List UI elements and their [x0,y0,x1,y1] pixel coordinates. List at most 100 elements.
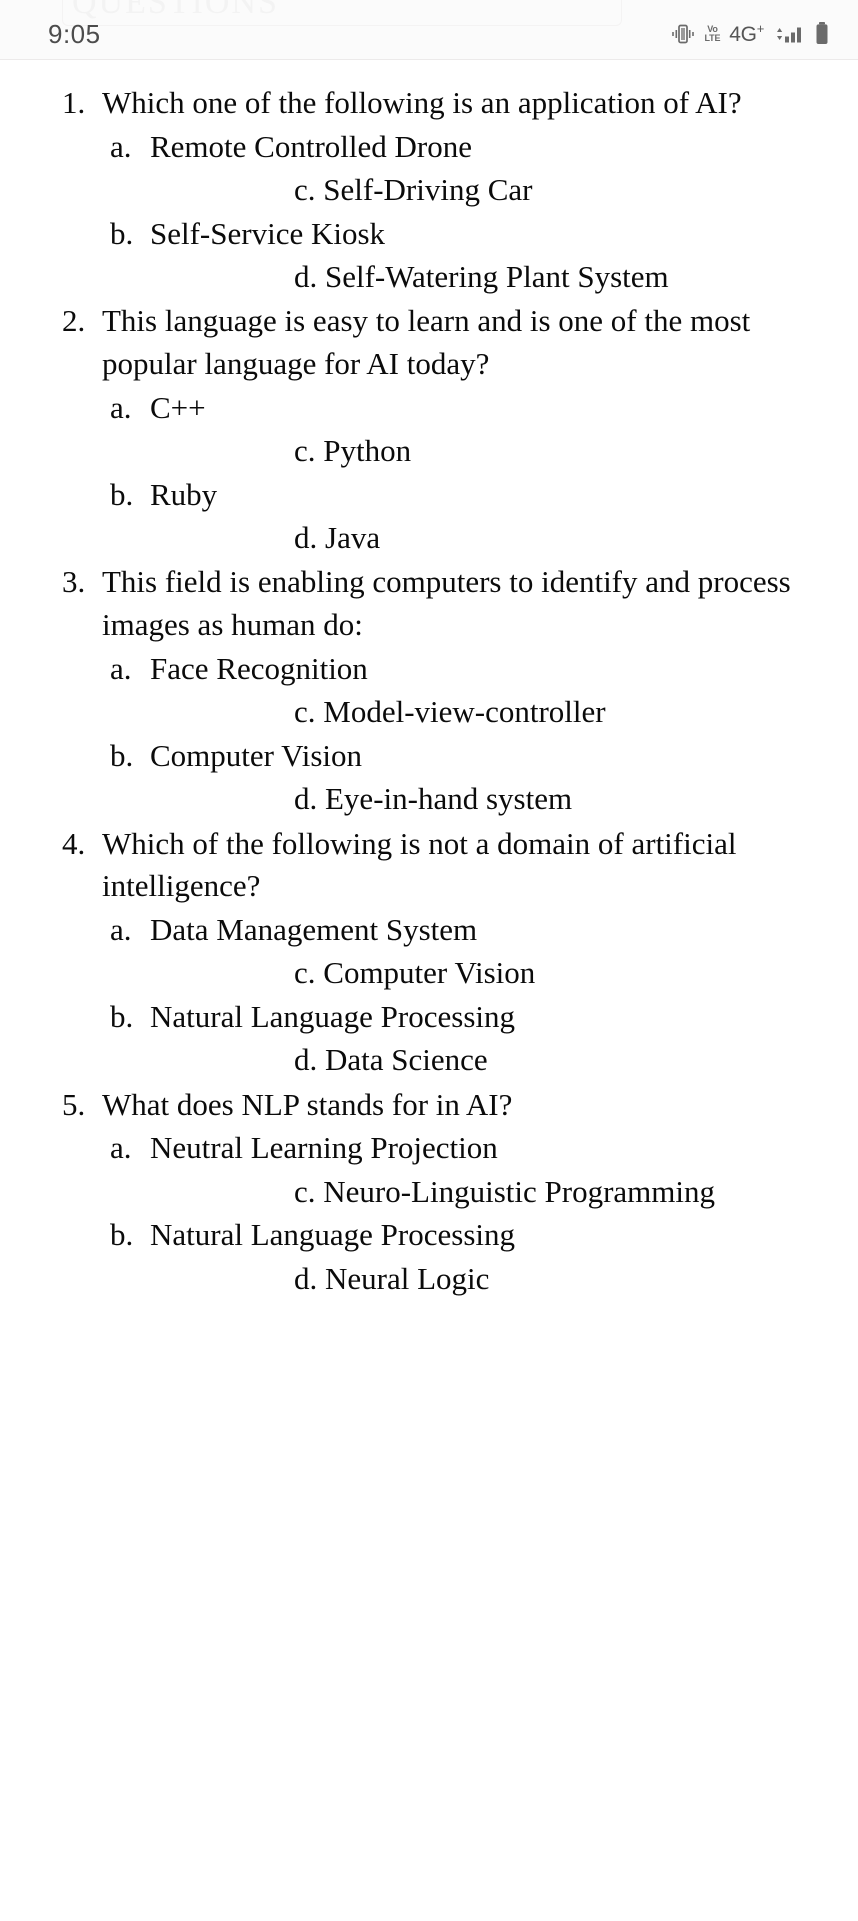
option-text: Model-view-controller [323,694,606,730]
option-item[interactable]: a. Face Recognition [24,647,834,690]
option-letter: a. [110,912,132,948]
option-list: a. Neutral Learning Projection c. Neuro-… [24,1126,834,1300]
top-chrome: QUESTIONS 9:05 Vo LTE 4G+ [0,0,858,60]
option-item[interactable]: d. Self-Watering Plant System [24,255,834,298]
option-text: Face Recognition [150,650,368,686]
option-text: Python [323,433,412,469]
option-text: Natural Language Processing [150,1217,515,1253]
battery-icon [814,21,830,47]
question-list: 1. Which one of the following is an appl… [24,82,834,1300]
question-number: 2. [62,303,86,339]
option-text: Data Management System [150,912,478,948]
option-text: Natural Language Processing [150,998,515,1034]
option-letter: c. [294,172,324,208]
option-letter: d. [294,1260,325,1296]
option-item[interactable]: c. Neuro-Linguistic Programming [24,1170,834,1213]
question-number: 3. [62,564,86,600]
option-list: a. Data Management System c. Computer Vi… [24,908,834,1082]
question-item: 1. Which one of the following is an appl… [24,82,834,298]
option-list: a. Face Recognition c. Model-view-contro… [24,647,834,821]
status-bar: 9:05 Vo LTE 4G+ [0,14,858,54]
status-bar-clock: 9:05 [48,18,101,49]
option-text: C++ [150,389,206,425]
option-letter: d. [294,520,325,556]
option-letter: b. [110,737,134,773]
option-text: Eye-in-hand system [325,781,573,817]
document-viewer-screen: QUESTIONS 9:05 Vo LTE 4G+ 1. Which one o… [0,0,858,1921]
option-letter: c. [294,694,324,730]
option-letter: a. [110,389,132,425]
option-text: Neutral Learning Projection [150,1130,498,1166]
question-number: 1. [62,85,86,120]
option-list: a. Remote Controlled Drone c. Self-Drivi… [24,125,834,299]
option-item[interactable]: a. Remote Controlled Drone [24,125,834,168]
option-letter: b. [110,215,134,251]
option-item[interactable]: a. C++ [24,386,834,429]
network-type-superscript: + [756,21,765,36]
option-letter: b. [110,1217,134,1253]
question-heading: 4. Which of the following is not a domai… [24,823,834,909]
question-number: 5. [62,1086,86,1122]
option-item[interactable]: b. Natural Language Processing [24,995,834,1038]
option-text: Neuro-Linguistic Programming [323,1173,716,1209]
question-text: This language is easy to learn and is on… [102,303,751,382]
option-item[interactable]: a. Data Management System [24,908,834,951]
option-letter: d. [294,781,325,817]
option-letter: a. [110,1130,132,1166]
option-item[interactable]: b. Computer Vision [24,734,834,777]
option-item[interactable]: b. Ruby [24,473,834,516]
option-text: Remote Controlled Drone [150,128,472,164]
option-letter: a. [110,128,132,164]
signal-bars-icon [773,22,805,46]
network-type-label: 4G+ [729,21,764,47]
option-letter: b. [110,476,134,512]
network-type-text: 4G [729,23,757,46]
option-item[interactable]: c. Python [24,429,834,472]
question-number: 4. [62,825,86,861]
status-bar-icons: Vo LTE 4G+ [670,21,830,47]
question-item: 5. What does NLP stands for in AI? a. Ne… [24,1084,834,1300]
option-letter: b. [110,998,134,1034]
option-text: Java [325,520,381,556]
option-text: Computer Vision [323,955,536,991]
question-heading: 5. What does NLP stands for in AI? [24,1084,834,1127]
option-item[interactable]: b. Natural Language Processing [24,1213,834,1256]
question-text: What does NLP stands for in AI? [102,1086,513,1122]
option-item[interactable]: d. Eye-in-hand system [24,777,834,820]
question-heading: 2. This language is easy to learn and is… [24,300,834,386]
volte-icon: Vo LTE [705,25,721,43]
option-list: a. C++ c. Python b. Ruby d. Java [24,386,834,560]
option-text: Data Science [325,1042,488,1078]
option-letter: d. [294,258,325,294]
option-item[interactable]: a. Neutral Learning Projection [24,1126,834,1169]
vibrate-icon [670,22,696,46]
option-letter: c. [294,433,324,469]
question-text: Which of the following is not a domain o… [102,825,737,904]
option-letter: c. [294,1173,324,1209]
option-text: Ruby [150,476,218,512]
option-item[interactable]: c. Model-view-controller [24,690,834,733]
option-item[interactable]: d. Java [24,516,834,559]
document-page: 1. Which one of the following is an appl… [0,60,858,1302]
option-letter: d. [294,1042,325,1078]
question-item: 4. Which of the following is not a domai… [24,823,834,1082]
option-text: Self-Driving Car [323,172,533,208]
option-text: Self-Service Kiosk [150,215,386,251]
option-item[interactable]: c. Computer Vision [24,951,834,994]
option-letter: c. [294,955,324,991]
option-text: Neural Logic [325,1260,490,1296]
question-heading: 1. Which one of the following is an appl… [24,82,834,125]
volte-icon-bottom: LTE [704,33,721,43]
question-heading: 3. This field is enabling computers to i… [24,561,834,647]
option-text: Computer Vision [150,737,362,773]
question-item: 2. This language is easy to learn and is… [24,300,834,559]
option-item[interactable]: d. Neural Logic [24,1257,834,1300]
option-item[interactable]: b. Self-Service Kiosk [24,212,834,255]
question-text: This field is enabling computers to iden… [102,564,791,643]
option-letter: a. [110,650,132,686]
question-item: 3. This field is enabling computers to i… [24,561,834,820]
question-text: Which one of the following is an applica… [102,85,742,120]
option-item[interactable]: d. Data Science [24,1038,834,1081]
option-item[interactable]: c. Self-Driving Car [24,168,834,211]
option-text: Self-Watering Plant System [325,258,669,294]
